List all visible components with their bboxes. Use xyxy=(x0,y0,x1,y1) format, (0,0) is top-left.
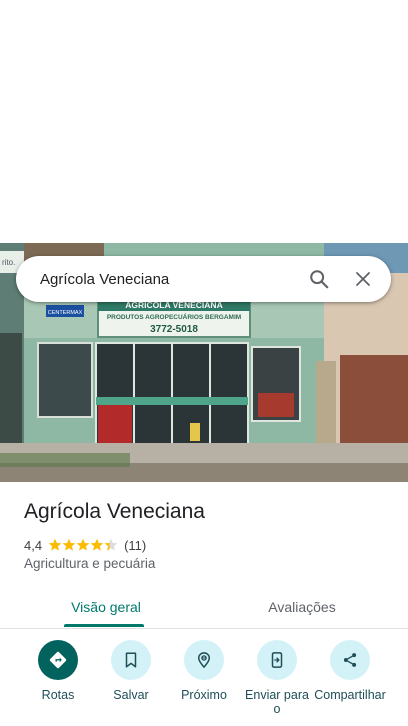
send-to-phone-label: Enviar para o xyxy=(245,688,309,716)
rating-value: 4,4 xyxy=(24,537,43,553)
save-label: Salvar xyxy=(113,688,149,702)
tab-bar: Visão geral Avaliações xyxy=(0,586,408,629)
share-icon xyxy=(330,640,370,680)
search-icon[interactable] xyxy=(297,257,341,301)
nearby-label: Próximo xyxy=(181,688,227,702)
star-half-icon xyxy=(104,538,118,551)
nearby-icon xyxy=(184,640,224,680)
sign-subtitle: PRODUTOS AGROPECUÁRIOS BERGAMIM xyxy=(107,312,241,321)
tab-reviews[interactable]: Avaliações xyxy=(250,586,354,628)
place-name: Agrícola Veneciana xyxy=(24,500,205,523)
rating-stars xyxy=(48,538,118,552)
place-category: Agricultura e pecuária xyxy=(24,556,156,571)
tab-overview[interactable]: Visão geral xyxy=(56,586,156,628)
sign-phone: 3772-5018 xyxy=(150,324,198,335)
directions-button[interactable]: Rotas xyxy=(20,640,96,702)
map-blank-area xyxy=(0,0,408,243)
share-button[interactable]: Compartilhar xyxy=(312,640,388,702)
send-to-phone-icon xyxy=(257,640,297,680)
send-to-phone-button[interactable]: Enviar para o xyxy=(239,640,315,716)
rating-row[interactable]: 4,4 (11) xyxy=(24,536,146,554)
star-icon xyxy=(90,538,104,551)
tab-active-indicator xyxy=(64,624,144,627)
star-icon xyxy=(76,538,90,551)
save-button[interactable]: Salvar xyxy=(93,640,169,702)
bookmark-icon xyxy=(111,640,151,680)
left-sign-text: rito. xyxy=(2,258,15,267)
reviews-count: (11) xyxy=(124,537,147,553)
search-query[interactable]: Agrícola Veneciana xyxy=(16,271,297,288)
small-sign: CENTERMAX xyxy=(48,310,83,316)
directions-label: Rotas xyxy=(41,688,75,702)
star-icon xyxy=(48,538,62,551)
nearby-button[interactable]: Próximo xyxy=(166,640,242,702)
share-label: Compartilhar xyxy=(314,688,386,702)
star-icon xyxy=(62,538,76,551)
search-bar[interactable]: Agrícola Veneciana xyxy=(16,256,391,302)
close-icon[interactable] xyxy=(341,257,385,301)
directions-icon xyxy=(38,640,78,680)
